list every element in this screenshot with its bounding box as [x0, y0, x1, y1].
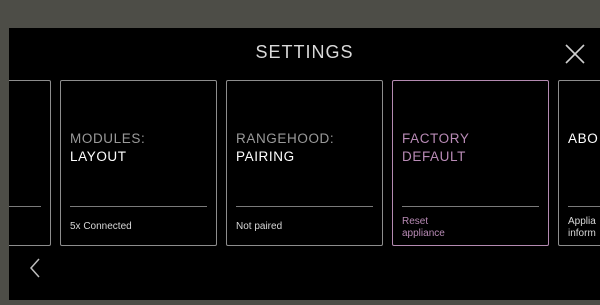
card-status: 5x Connected: [70, 221, 132, 232]
card-divider: [9, 206, 41, 207]
settings-card-modules-layout[interactable]: MODULES: LAYOUT 5x Connected: [60, 80, 217, 246]
card-divider: [70, 206, 207, 207]
card-divider: [236, 206, 373, 207]
settings-card-factory-default[interactable]: FACTORY DEFAULT Reset appliance: [392, 80, 549, 246]
card-title-line1: ABO: [568, 131, 599, 146]
card-title-line2: PAIRING: [236, 149, 295, 164]
card-status-line1: Applia: [568, 216, 596, 227]
back-button[interactable]: [27, 256, 43, 280]
card-status-line1: Reset: [402, 216, 429, 227]
card-title-line1: RANGEHOOD:: [236, 131, 335, 146]
card-divider: [402, 206, 539, 207]
settings-screen: SETTINGS MODULES: LAYOUT 5x Connected RA…: [9, 28, 600, 300]
card-title-line2: LAYOUT: [70, 149, 127, 164]
card-status: Applia inform: [568, 216, 596, 240]
card-status-line2: appliance: [402, 228, 445, 239]
settings-card-rangehood-pairing[interactable]: RANGEHOOD: PAIRING Not paired: [226, 80, 383, 246]
settings-card-previous[interactable]: [9, 80, 51, 246]
card-title-line1: MODULES:: [70, 131, 146, 146]
card-divider: [568, 206, 600, 207]
page-title: SETTINGS: [255, 42, 354, 62]
card-status: Not paired: [236, 221, 283, 232]
close-button[interactable]: [564, 43, 586, 65]
card-status-line2: inform: [568, 228, 596, 239]
card-status: Reset appliance: [402, 216, 445, 240]
settings-card-about[interactable]: ABO Applia inform: [558, 80, 600, 246]
close-icon: [565, 44, 585, 64]
card-title-line1: FACTORY: [402, 131, 470, 146]
card-title-line2: DEFAULT: [402, 149, 466, 164]
chevron-left-icon: [29, 258, 40, 278]
